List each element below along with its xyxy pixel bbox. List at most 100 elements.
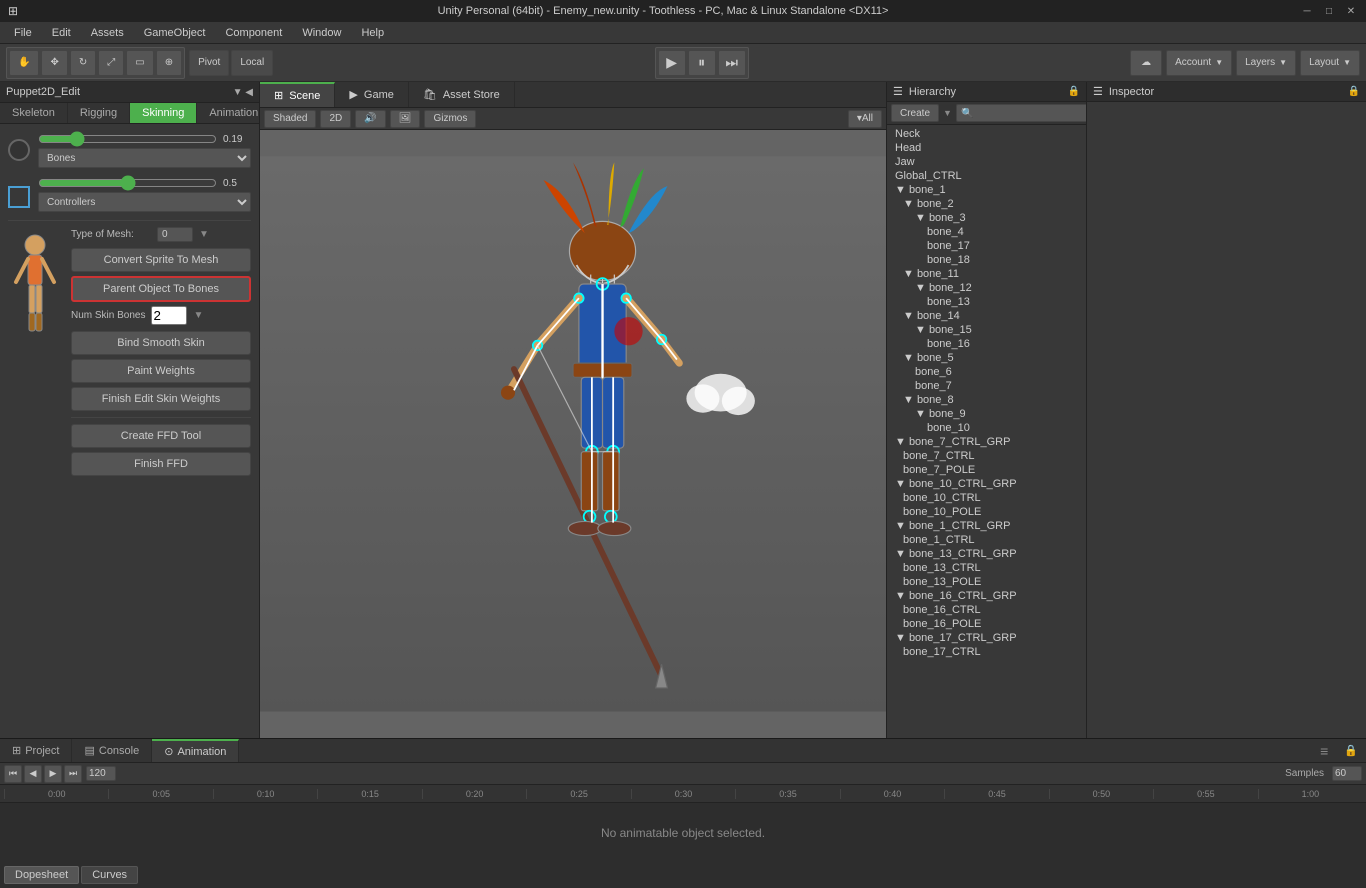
paint-weights-button[interactable]: Paint Weights <box>71 359 251 383</box>
play-button[interactable]: ▶ <box>658 50 686 76</box>
tab-project[interactable]: ⊞ Project <box>0 739 72 762</box>
tab-animation[interactable]: ⊙ Animation <box>152 739 239 762</box>
rect-tool-button[interactable]: ▭ <box>126 50 153 76</box>
hierarchy-item-9[interactable]: bone_18 <box>887 253 1086 267</box>
shaded-button[interactable]: Shaded <box>264 110 316 128</box>
hierarchy-item-6[interactable]: ▼ bone_3 <box>887 211 1086 225</box>
hierarchy-item-30[interactable]: ▼ bone_13_CTRL_GRP <box>887 547 1086 561</box>
maximize-button[interactable]: □ <box>1322 4 1336 18</box>
scale-tool-button[interactable]: ⤢ <box>98 50 124 76</box>
curves-button[interactable]: Curves <box>81 866 138 884</box>
layers-dropdown[interactable]: Layers <box>1236 50 1296 76</box>
hierarchy-item-27[interactable]: bone_10_POLE <box>887 505 1086 519</box>
hierarchy-item-18[interactable]: bone_7 <box>887 379 1086 393</box>
create-button[interactable]: Create <box>891 104 939 122</box>
hierarchy-item-22[interactable]: ▼ bone_7_CTRL_GRP <box>887 435 1086 449</box>
type-of-mesh-input[interactable] <box>157 227 193 242</box>
hierarchy-item-12[interactable]: bone_13 <box>887 295 1086 309</box>
hierarchy-item-16[interactable]: ▼ bone_5 <box>887 351 1086 365</box>
layers-all-button[interactable]: ▾All <box>848 110 882 128</box>
menu-item-file[interactable]: File <box>4 25 42 41</box>
transform-tool-button[interactable]: ⊕ <box>156 50 182 76</box>
hierarchy-item-15[interactable]: bone_16 <box>887 337 1086 351</box>
hierarchy-item-19[interactable]: ▼ bone_8 <box>887 393 1086 407</box>
hierarchy-item-20[interactable]: ▼ bone_9 <box>887 407 1086 421</box>
hierarchy-item-17[interactable]: bone_6 <box>887 365 1086 379</box>
bottom-panel-lock[interactable]: 🔒 <box>1336 739 1366 762</box>
hierarchy-item-21[interactable]: bone_10 <box>887 421 1086 435</box>
gizmos-button[interactable]: Gizmos <box>424 110 476 128</box>
hierarchy-item-3[interactable]: Global_CTRL <box>887 169 1086 183</box>
close-button[interactable]: ✕ <box>1344 4 1358 18</box>
hierarchy-item-0[interactable]: Neck <box>887 127 1086 141</box>
anim-time-input[interactable] <box>86 766 116 781</box>
hierarchy-item-34[interactable]: bone_16_CTRL <box>887 603 1086 617</box>
rotate-tool-button[interactable]: ↻ <box>70 50 96 76</box>
hierarchy-item-37[interactable]: bone_17_CTRL <box>887 645 1086 659</box>
hierarchy-item-14[interactable]: ▼ bone_15 <box>887 323 1086 337</box>
num-skin-input[interactable] <box>151 306 187 325</box>
create-ffd-button[interactable]: Create FFD Tool <box>71 424 251 448</box>
cloud-button[interactable]: ☁ <box>1130 50 1162 76</box>
step-button[interactable]: ⏭ <box>718 50 746 76</box>
hierarchy-search-input[interactable] <box>956 104 1098 122</box>
audio-button[interactable]: 🔊 <box>355 110 385 128</box>
hierarchy-item-29[interactable]: bone_1_CTRL <box>887 533 1086 547</box>
hierarchy-item-8[interactable]: bone_17 <box>887 239 1086 253</box>
menu-item-component[interactable]: Component <box>215 25 292 41</box>
image-button[interactable]: 🖼 <box>390 110 421 128</box>
layout-dropdown[interactable]: Layout <box>1300 50 1360 76</box>
anim-prev-button[interactable]: ◀ <box>24 765 42 783</box>
hierarchy-item-36[interactable]: ▼ bone_17_CTRL_GRP <box>887 631 1086 645</box>
hierarchy-lock-icon[interactable]: 🔒 <box>1068 86 1080 97</box>
hierarchy-item-10[interactable]: ▼ bone_11 <box>887 267 1086 281</box>
hierarchy-item-11[interactable]: ▼ bone_12 <box>887 281 1086 295</box>
pivot-button[interactable]: Pivot <box>189 50 229 76</box>
scene-tab[interactable]: ⊞ Scene <box>260 82 335 107</box>
hierarchy-item-25[interactable]: ▼ bone_10_CTRL_GRP <box>887 477 1086 491</box>
hierarchy-item-4[interactable]: ▼ bone_1 <box>887 183 1086 197</box>
tab-console[interactable]: ▤ Console <box>72 739 152 762</box>
bottom-panel-menu[interactable]: ≡ <box>1312 739 1336 762</box>
hand-tool-button[interactable]: ✋ <box>9 50 39 76</box>
left-panel-collapse[interactable]: ▼ ◀ <box>233 87 253 98</box>
menu-item-gameobject[interactable]: GameObject <box>134 25 216 41</box>
asset-store-tab[interactable]: 🛍 Asset Store <box>409 82 515 107</box>
menu-item-window[interactable]: Window <box>292 25 351 41</box>
bones-select[interactable]: Bones <box>38 148 251 168</box>
bind-smooth-button[interactable]: Bind Smooth Skin <box>71 331 251 355</box>
hierarchy-item-28[interactable]: ▼ bone_1_CTRL_GRP <box>887 519 1086 533</box>
hierarchy-item-1[interactable]: Head <box>887 141 1086 155</box>
samples-input[interactable] <box>1332 766 1362 781</box>
tab-skinning[interactable]: Skinning <box>130 103 197 123</box>
hierarchy-item-7[interactable]: bone_4 <box>887 225 1086 239</box>
slider2-input[interactable] <box>38 176 217 190</box>
parent-object-button[interactable]: Parent Object To Bones <box>71 276 251 302</box>
tab-rigging[interactable]: Rigging <box>68 103 130 123</box>
finish-ffd-button[interactable]: Finish FFD <box>71 452 251 476</box>
hierarchy-item-35[interactable]: bone_16_POLE <box>887 617 1086 631</box>
finish-edit-button[interactable]: Finish Edit Skin Weights <box>71 387 251 411</box>
anim-first-button[interactable]: ⏮ <box>4 765 22 783</box>
menu-item-assets[interactable]: Assets <box>81 25 134 41</box>
hierarchy-item-31[interactable]: bone_13_CTRL <box>887 561 1086 575</box>
inspector-lock-icon[interactable]: 🔒 <box>1348 86 1360 97</box>
minimize-button[interactable]: ─ <box>1300 4 1314 18</box>
hierarchy-item-23[interactable]: bone_7_CTRL <box>887 449 1086 463</box>
controllers-select[interactable]: Controllers <box>38 192 251 212</box>
hierarchy-item-5[interactable]: ▼ bone_2 <box>887 197 1086 211</box>
num-skin-arrow[interactable]: ▼ <box>193 310 203 321</box>
dopesheet-button[interactable]: Dopesheet <box>4 866 79 884</box>
game-tab[interactable]: ▶ Game <box>335 82 408 107</box>
2d-button[interactable]: 2D <box>320 110 351 128</box>
move-tool-button[interactable]: ✥ <box>41 50 67 76</box>
local-button[interactable]: Local <box>231 50 273 76</box>
hierarchy-item-26[interactable]: bone_10_CTRL <box>887 491 1086 505</box>
hierarchy-item-13[interactable]: ▼ bone_14 <box>887 309 1086 323</box>
menu-item-edit[interactable]: Edit <box>42 25 81 41</box>
create-dropdown-arrow[interactable]: ▼ <box>943 108 952 118</box>
anim-next-button[interactable]: ⏭ <box>64 765 82 783</box>
anim-play-button[interactable]: ▶ <box>44 765 62 783</box>
tab-skeleton[interactable]: Skeleton <box>0 103 68 123</box>
scene-view[interactable] <box>260 130 886 738</box>
